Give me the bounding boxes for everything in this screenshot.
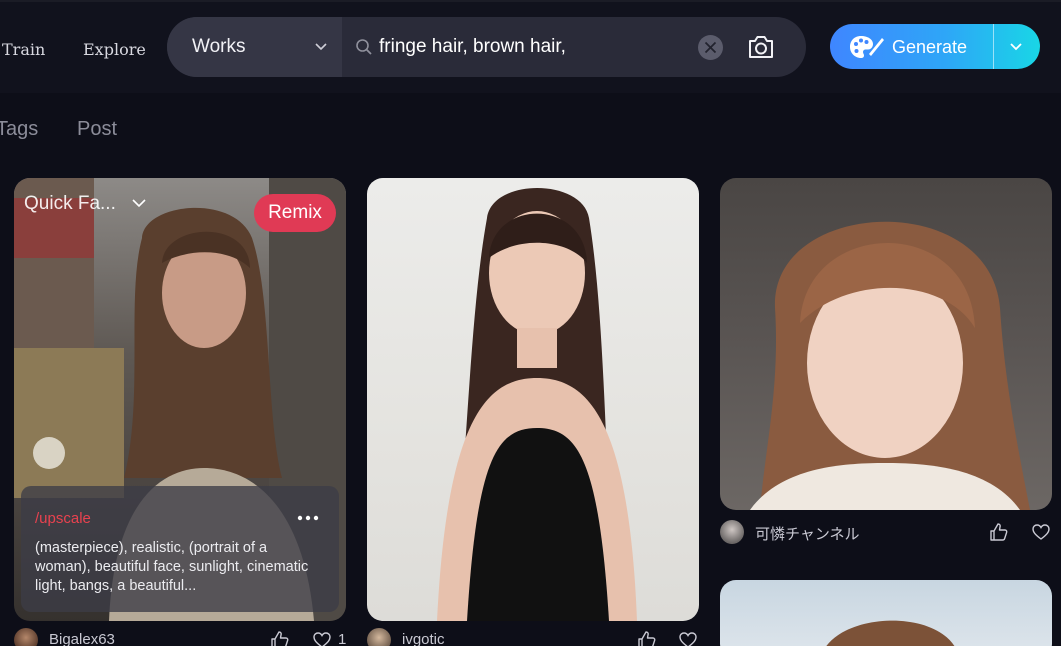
thumbs-up-icon[interactable]: [270, 630, 290, 646]
card-image: [437, 188, 637, 621]
close-icon: [704, 41, 717, 54]
generate-label: Generate: [892, 37, 968, 57]
result-card[interactable]: Quick Fa... Remix /upscale (masterpiece)…: [14, 178, 346, 621]
quick-face-label[interactable]: Quick Fa...: [24, 193, 116, 215]
like-count: 1: [338, 631, 347, 646]
chevron-down-icon[interactable]: [1009, 40, 1023, 54]
clear-search-button[interactable]: [698, 35, 723, 60]
card-meta: ivgotic: [367, 628, 699, 646]
tab-tags[interactable]: Tags: [0, 118, 38, 141]
search-input[interactable]: [379, 31, 689, 63]
prompt-text: (masterpiece), realistic, (portrait of a…: [35, 540, 309, 594]
search-bar: Works: [167, 17, 806, 77]
avatar[interactable]: [367, 628, 391, 646]
author-name[interactable]: ivgotic: [402, 631, 445, 646]
card-meta: Bigalex63 1: [14, 628, 346, 646]
chevron-down-icon: [315, 43, 327, 51]
nav-explore[interactable]: Explore: [83, 40, 146, 59]
tab-post[interactable]: Post: [77, 118, 117, 141]
nav-train[interactable]: Train: [2, 40, 45, 59]
card-image: [826, 620, 955, 646]
heart-icon[interactable]: [1031, 522, 1051, 542]
result-card[interactable]: [367, 178, 699, 621]
author-name[interactable]: Bigalex63: [49, 631, 115, 646]
heart-icon[interactable]: [312, 630, 332, 646]
generate-button[interactable]: Generate: [830, 24, 1040, 69]
more-icon[interactable]: [296, 514, 320, 522]
card-image: [750, 221, 1030, 510]
prompt-overlay: /upscale (masterpiece), realistic, (port…: [21, 486, 339, 612]
avatar[interactable]: [720, 520, 744, 544]
thumbs-up-icon[interactable]: [637, 630, 657, 646]
search-icon: [356, 39, 372, 55]
palette-icon: [850, 36, 884, 58]
top-divider: [0, 0, 1061, 2]
camera-icon[interactable]: [747, 34, 775, 60]
thumbs-up-icon[interactable]: [989, 522, 1009, 542]
heart-icon[interactable]: [678, 630, 698, 646]
prompt-command: /upscale: [35, 510, 91, 527]
author-name[interactable]: 可憐チャンネル: [755, 523, 860, 544]
search-scope-dropdown[interactable]: Works: [167, 17, 342, 77]
top-bar: Train Explore Works fringe hair, brown h…: [0, 0, 1061, 93]
chevron-down-icon[interactable]: [131, 197, 147, 209]
remix-button[interactable]: Remix: [254, 194, 336, 232]
card-meta: 可憐チャンネル: [720, 520, 1052, 544]
result-card[interactable]: [720, 580, 1052, 646]
result-card[interactable]: [720, 178, 1052, 510]
avatar[interactable]: [14, 628, 38, 646]
generate-divider: [993, 24, 994, 69]
search-scope-label: Works: [192, 36, 246, 57]
